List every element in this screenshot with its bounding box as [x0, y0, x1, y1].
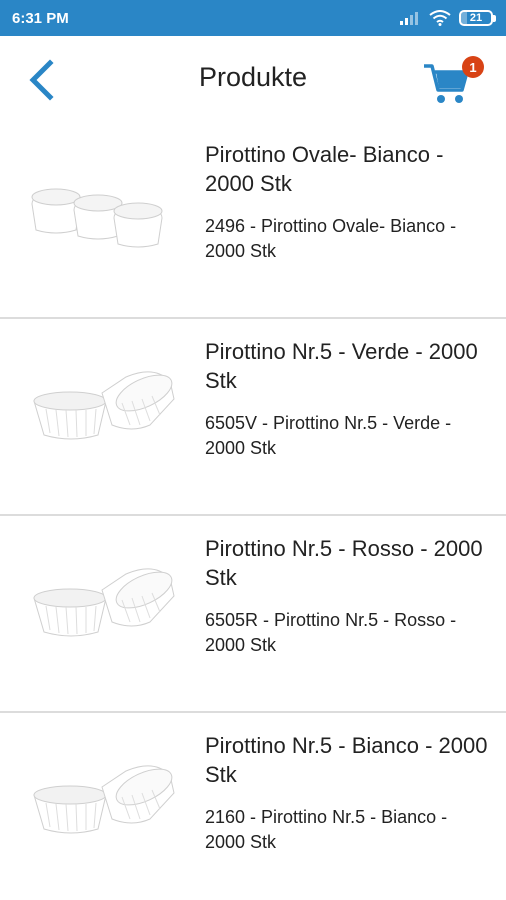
product-image [26, 757, 186, 847]
list-item[interactable]: Pirottino Nr.5 - Verde - 2000 Stk 6505V … [0, 319, 506, 516]
product-list: Pirottino Ovale- Bianco - 2000 Stk 2496 … [0, 122, 506, 900]
cart-count-badge: 1 [462, 56, 484, 78]
product-image [26, 363, 186, 453]
product-name: Pirottino Nr.5 - Bianco - 2000 Stk [205, 733, 488, 787]
product-description: 6505R - Pirottino Nr.5 - Rosso - 2000 St… [205, 610, 457, 655]
wifi-icon [429, 10, 451, 26]
product-description: 6505V - Pirottino Nr.5 - Verde - 2000 St… [205, 413, 452, 458]
product-name: Pirottino Nr.5 - Verde - 2000 Stk [205, 339, 478, 393]
list-item[interactable]: Pirottino Ovale- Bianco - 2000 Stk 2496 … [0, 122, 506, 319]
product-image [26, 166, 186, 256]
app-bar: Produkte 1 [0, 36, 506, 122]
product-name: Pirottino Ovale- Bianco - 2000 Stk [205, 142, 444, 196]
status-icons: 21 [399, 10, 496, 26]
list-item[interactable]: Pirottino Nr.5 - Rosso - 2000 Stk 6505R … [0, 516, 506, 713]
product-image [26, 560, 186, 650]
status-bar: 6:31 PM 21 [0, 0, 506, 36]
product-description: 2160 - Pirottino Nr.5 - Bianco - 2000 St… [205, 807, 448, 852]
battery-icon: 21 [459, 10, 496, 26]
product-name: Pirottino Nr.5 - Rosso - 2000 Stk [205, 536, 483, 590]
battery-level: 21 [469, 12, 483, 24]
signal-icon [399, 10, 421, 26]
product-description: 2496 - Pirottino Ovale- Bianco - 2000 St… [205, 216, 457, 261]
cart-button[interactable]: 1 [422, 54, 488, 106]
status-time: 6:31 PM [12, 9, 69, 27]
list-item[interactable]: Pirottino Nr.5 - Bianco - 2000 Stk 2160 … [0, 713, 506, 900]
